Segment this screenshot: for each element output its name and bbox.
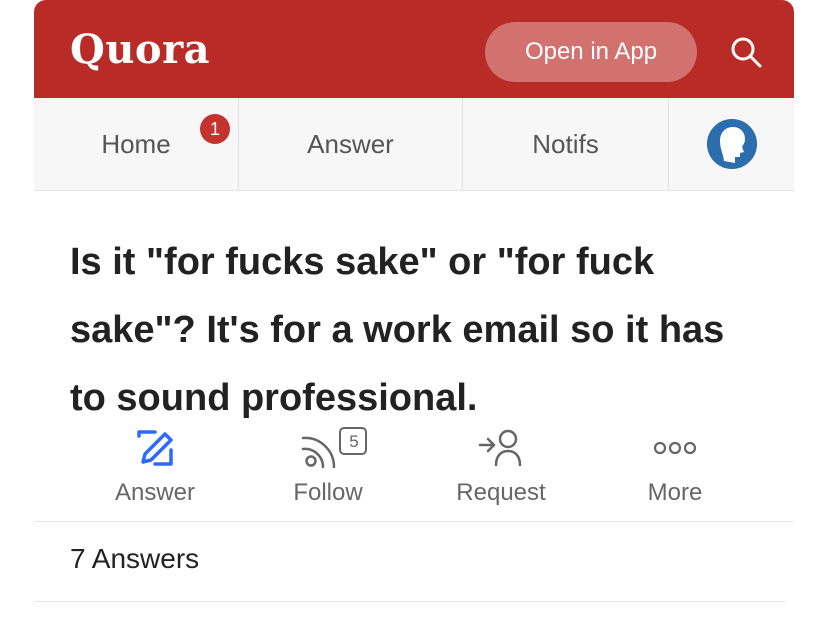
nav-profile[interactable]: [669, 98, 794, 190]
request-button[interactable]: Request: [426, 420, 576, 515]
request-person-icon: [478, 429, 522, 466]
more-action-label: More: [647, 479, 703, 506]
quora-page: Quora Open in App Home 1 Answer Notifs I…: [34, 0, 794, 636]
search-icon: [731, 37, 762, 68]
nav-bar: Home 1 Answer Notifs: [34, 98, 794, 191]
edit-icon: [137, 429, 173, 466]
nav-notifs-label: Notifs: [532, 128, 599, 159]
nav-answer[interactable]: Answer: [239, 98, 463, 190]
more-button[interactable]: More: [600, 420, 750, 515]
answer-button[interactable]: Answer: [80, 420, 230, 515]
follow-button[interactable]: 5 Follow: [253, 420, 403, 515]
follow-count: 5: [349, 432, 359, 451]
profile-silhouette-icon: [706, 119, 757, 169]
nav-notifs[interactable]: Notifs: [463, 98, 669, 190]
notification-badge: 1: [200, 114, 230, 144]
nav-home-label: Home: [101, 128, 171, 159]
more-dots-icon: [653, 441, 697, 454]
quora-logo[interactable]: Quora: [70, 26, 210, 73]
open-in-app-button[interactable]: Open in App: [485, 22, 697, 82]
question-title[interactable]: Is it "for fucks sake" or "for fuck sake…: [70, 228, 770, 432]
answer-action-label: Answer: [114, 479, 196, 506]
nav-answer-label: Answer: [307, 128, 394, 159]
divider: [34, 521, 794, 522]
divider: [34, 601, 786, 602]
question-actions: Answer 5 Follow Request More: [34, 420, 794, 520]
request-action-label: Request: [456, 479, 546, 506]
nav-home[interactable]: Home 1: [34, 98, 239, 190]
follow-action-label: Follow: [293, 479, 363, 506]
answers-count: 7 Answers: [70, 543, 200, 574]
search-button[interactable]: [724, 30, 768, 74]
avatar: [706, 119, 757, 169]
top-header: Quora Open in App: [34, 0, 794, 98]
